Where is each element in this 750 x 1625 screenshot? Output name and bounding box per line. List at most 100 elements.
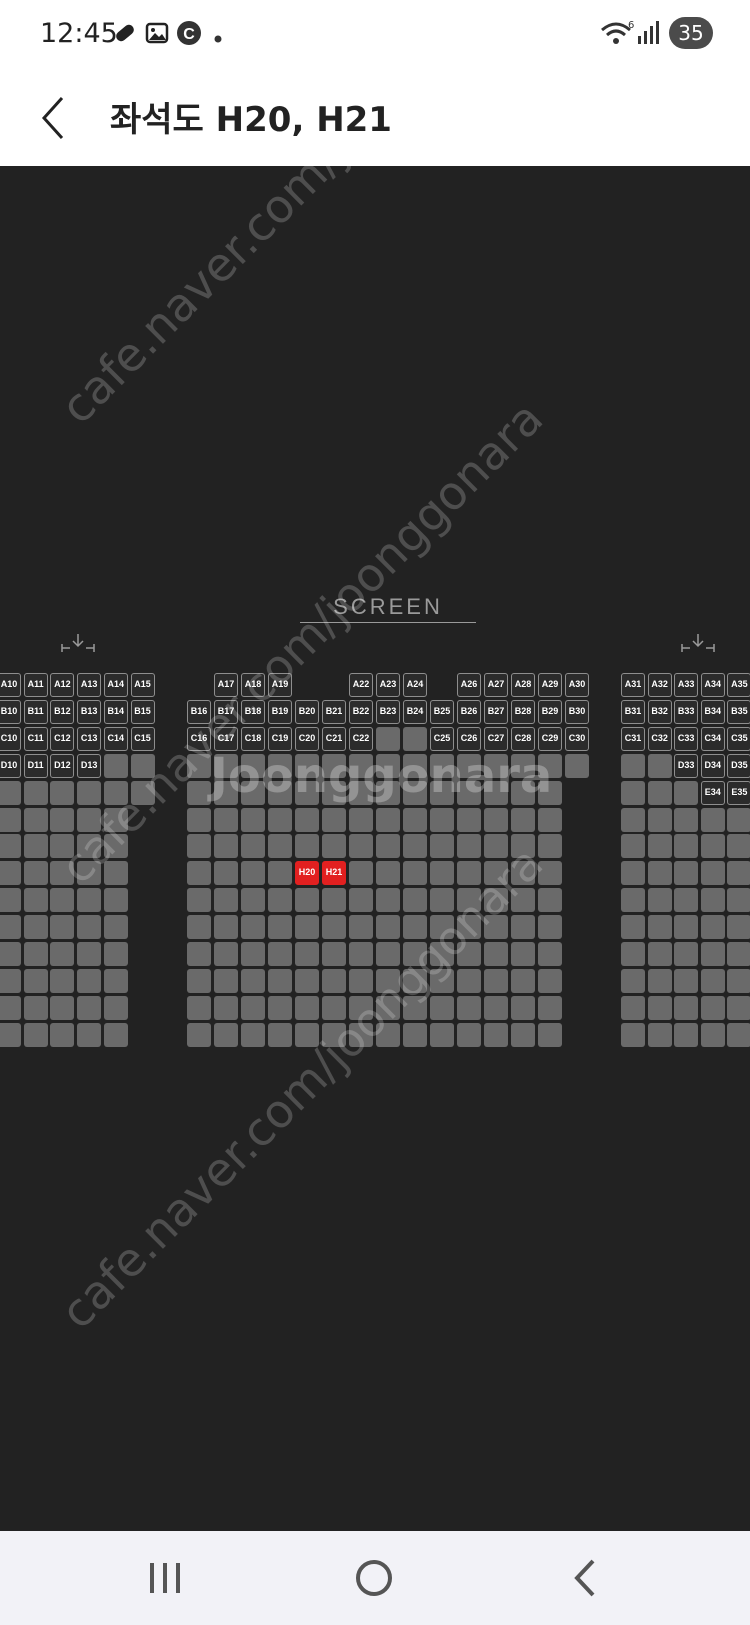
seat-h33[interactable] bbox=[674, 861, 699, 886]
seat-e31[interactable] bbox=[621, 780, 645, 805]
seat-c26[interactable]: C26 bbox=[457, 726, 481, 751]
seat-g27[interactable] bbox=[484, 834, 508, 859]
seat-i21[interactable] bbox=[322, 888, 346, 913]
seat-m20[interactable] bbox=[295, 995, 319, 1020]
seat-l14[interactable] bbox=[103, 968, 128, 993]
seat-k31[interactable] bbox=[621, 942, 645, 966]
seat-c27[interactable]: C27 bbox=[484, 726, 508, 751]
seat-e17[interactable] bbox=[214, 780, 238, 805]
seat-n26[interactable] bbox=[457, 1022, 481, 1047]
seat-j32[interactable] bbox=[647, 915, 672, 940]
seat-a14[interactable]: A14 bbox=[103, 673, 128, 697]
seat-n20[interactable] bbox=[295, 1022, 319, 1047]
seat-h27[interactable] bbox=[484, 861, 508, 886]
seat-m19[interactable] bbox=[268, 995, 292, 1020]
seat-h14[interactable] bbox=[103, 861, 128, 886]
seat-n24[interactable] bbox=[403, 1022, 427, 1047]
seat-a28[interactable]: A28 bbox=[511, 673, 535, 697]
seat-b35[interactable]: B35 bbox=[727, 699, 750, 724]
seat-g22[interactable] bbox=[349, 834, 373, 859]
seat-a15[interactable]: A15 bbox=[130, 673, 155, 697]
seat-e20[interactable] bbox=[295, 780, 319, 805]
seat-c15[interactable]: C15 bbox=[130, 726, 155, 751]
seat-f16[interactable] bbox=[187, 807, 211, 832]
seat-i11[interactable] bbox=[23, 888, 48, 913]
seat-a23[interactable]: A23 bbox=[376, 673, 400, 697]
seat-g26[interactable] bbox=[457, 834, 481, 859]
seat-m27[interactable] bbox=[484, 995, 508, 1020]
seat-d21[interactable] bbox=[322, 753, 346, 778]
seat-b17[interactable]: B17 bbox=[214, 699, 238, 724]
seat-e21[interactable] bbox=[322, 780, 346, 805]
seat-f17[interactable] bbox=[214, 807, 238, 832]
seat-h35[interactable] bbox=[727, 861, 750, 886]
seat-g28[interactable] bbox=[511, 834, 535, 859]
seat-d14[interactable] bbox=[103, 753, 128, 778]
seat-d26[interactable] bbox=[457, 753, 481, 778]
seat-d12[interactable]: D12 bbox=[50, 753, 75, 778]
seat-h18[interactable] bbox=[241, 861, 265, 886]
seat-g10[interactable] bbox=[0, 834, 21, 859]
seat-a24[interactable]: A24 bbox=[403, 673, 427, 697]
seat-h22[interactable] bbox=[349, 861, 373, 886]
seat-j13[interactable] bbox=[77, 915, 102, 940]
seat-n12[interactable] bbox=[50, 1022, 75, 1047]
seat-g20[interactable] bbox=[295, 834, 319, 859]
seat-e15[interactable] bbox=[130, 780, 155, 805]
seat-d29[interactable] bbox=[538, 753, 562, 778]
seat-i19[interactable] bbox=[268, 888, 292, 913]
seat-n22[interactable] bbox=[349, 1022, 373, 1047]
seat-l24[interactable] bbox=[403, 968, 427, 993]
seat-m28[interactable] bbox=[511, 995, 535, 1020]
seat-k11[interactable] bbox=[23, 942, 48, 966]
seat-c13[interactable]: C13 bbox=[77, 726, 102, 751]
seat-m16[interactable] bbox=[187, 995, 211, 1020]
seat-b15[interactable]: B15 bbox=[130, 699, 155, 724]
seat-i17[interactable] bbox=[214, 888, 238, 913]
seat-b27[interactable]: B27 bbox=[484, 699, 508, 724]
seat-m25[interactable] bbox=[430, 995, 454, 1020]
seat-b31[interactable]: B31 bbox=[621, 699, 645, 724]
seat-c18[interactable]: C18 bbox=[241, 726, 265, 751]
seat-n33[interactable] bbox=[674, 1022, 699, 1047]
seat-k35[interactable] bbox=[727, 942, 750, 966]
seat-n21[interactable] bbox=[322, 1022, 346, 1047]
seat-l23[interactable] bbox=[376, 968, 400, 993]
seat-f10[interactable] bbox=[0, 807, 21, 832]
seat-k25[interactable] bbox=[430, 942, 454, 966]
seat-n34[interactable] bbox=[700, 1022, 725, 1047]
seat-j35[interactable] bbox=[727, 915, 750, 940]
seat-b13[interactable]: B13 bbox=[77, 699, 102, 724]
seat-c22[interactable]: C22 bbox=[349, 726, 373, 751]
seat-d15[interactable] bbox=[130, 753, 155, 778]
seat-k26[interactable] bbox=[457, 942, 481, 966]
seat-d24[interactable] bbox=[403, 753, 427, 778]
seat-b18[interactable]: B18 bbox=[241, 699, 265, 724]
seat-m21[interactable] bbox=[322, 995, 346, 1020]
seat-a12[interactable]: A12 bbox=[50, 673, 75, 697]
seat-f25[interactable] bbox=[430, 807, 454, 832]
seat-n18[interactable] bbox=[241, 1022, 265, 1047]
seat-i14[interactable] bbox=[103, 888, 128, 913]
seat-d31[interactable] bbox=[621, 753, 645, 778]
seat-e34[interactable]: E34 bbox=[700, 780, 725, 805]
seat-c29[interactable]: C29 bbox=[538, 726, 562, 751]
seat-e13[interactable] bbox=[77, 780, 102, 805]
seat-h24[interactable] bbox=[403, 861, 427, 886]
seat-k12[interactable] bbox=[50, 942, 75, 966]
seat-k24[interactable] bbox=[403, 942, 427, 966]
seat-a17[interactable]: A17 bbox=[214, 673, 238, 697]
seat-n10[interactable] bbox=[0, 1022, 21, 1047]
seat-f32[interactable] bbox=[647, 807, 672, 832]
seat-e24[interactable] bbox=[403, 780, 427, 805]
seat-n32[interactable] bbox=[647, 1022, 672, 1047]
seat-j23[interactable] bbox=[376, 915, 400, 940]
seat-j34[interactable] bbox=[700, 915, 725, 940]
seat-m34[interactable] bbox=[700, 995, 725, 1020]
seat-g29[interactable] bbox=[538, 834, 562, 859]
seat-i16[interactable] bbox=[187, 888, 211, 913]
seat-h13[interactable] bbox=[77, 861, 102, 886]
seat-n13[interactable] bbox=[77, 1022, 102, 1047]
seat-d18[interactable] bbox=[241, 753, 265, 778]
seat-l34[interactable] bbox=[700, 968, 725, 993]
